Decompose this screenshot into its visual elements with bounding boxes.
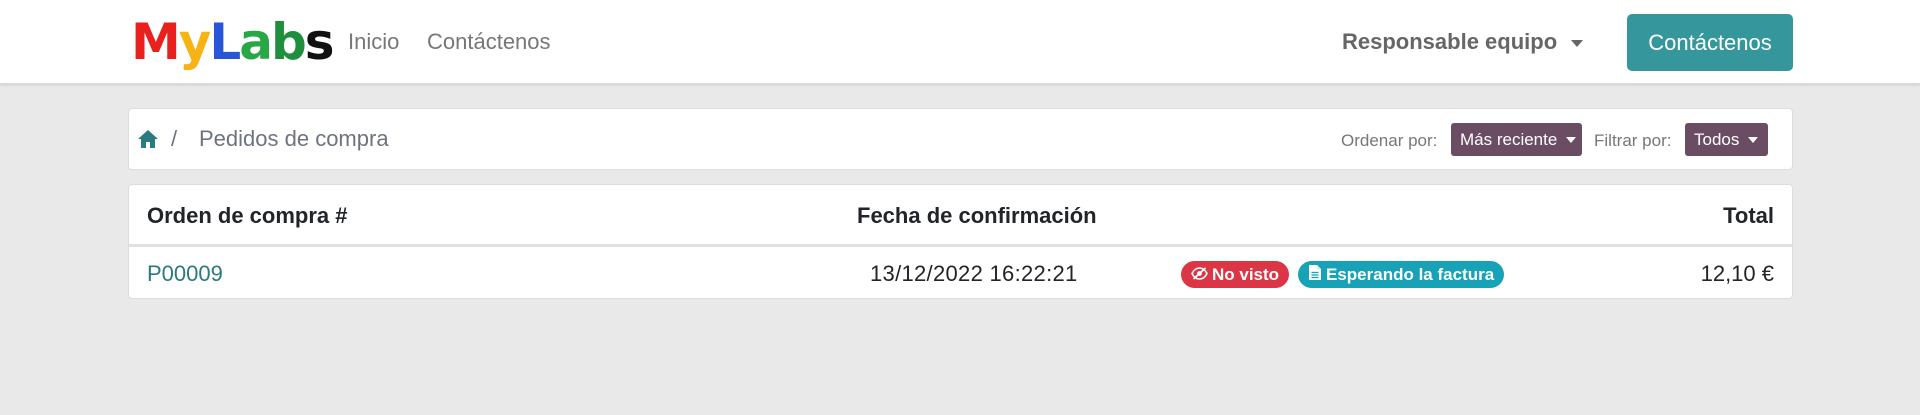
logo-letter: M: [131, 13, 181, 71]
sort-dropdown[interactable]: Más reciente: [1451, 123, 1582, 156]
badge-label: Esperando la factura: [1326, 264, 1495, 284]
table-header: Orden de compra # Fecha de confirmación …: [129, 185, 1792, 247]
mylabs-logo[interactable]: M y L a b s: [131, 13, 335, 71]
confirmation-date: 13/12/2022 16:22:21: [870, 261, 1078, 286]
logo-letter: a: [239, 13, 273, 71]
logo-letter: b: [270, 13, 307, 71]
logo-letter: y: [178, 13, 212, 71]
purchase-orders-table: Orden de compra # Fecha de confirmación …: [128, 184, 1793, 299]
order-link[interactable]: P00009: [147, 260, 223, 288]
caret-down-icon: [1566, 136, 1577, 143]
caret-down-icon: [1748, 136, 1759, 143]
filter-label: Filtrar por:: [1594, 131, 1672, 150]
contact-button[interactable]: Contáctenos: [1627, 14, 1793, 71]
column-header-order: Orden de compra #: [147, 203, 348, 228]
filter-dropdown-value: Todos: [1694, 129, 1740, 149]
breadcrumb-current: Pedidos de compra: [199, 126, 389, 151]
eye-slash-icon: [1191, 265, 1212, 285]
sort-dropdown-value: Más reciente: [1460, 129, 1558, 149]
column-header-date: Fecha de confirmación: [857, 203, 1097, 228]
logo-letter: s: [304, 13, 335, 71]
nav-link-contactenos[interactable]: Contáctenos: [427, 28, 551, 56]
table-row[interactable]: P00009 13/12/2022 16:22:21 No visto Espe…: [129, 247, 1792, 299]
badge-label: No visto: [1212, 264, 1280, 284]
nav-link-inicio[interactable]: Inicio: [348, 28, 399, 56]
status-badge-unseen: No visto: [1181, 261, 1290, 288]
sort-label: Ordenar por:: [1341, 131, 1438, 150]
filter-dropdown[interactable]: Todos: [1685, 123, 1768, 156]
user-menu-label: Responsable equipo: [1342, 29, 1558, 54]
chevron-down-icon: [1571, 39, 1584, 47]
order-total: 12,10 €: [1700, 261, 1774, 286]
status-badge-waiting-invoice: Esperando la factura: [1298, 261, 1505, 288]
document-icon: [1308, 264, 1326, 286]
top-navbar: M y L a b s Inicio Contáctenos Responsab…: [0, 0, 1920, 84]
breadcrumb-bar: / Pedidos de compra Ordenar por: Más rec…: [128, 108, 1793, 170]
column-header-total: Total: [1723, 203, 1774, 228]
breadcrumb-separator: /: [171, 126, 178, 151]
user-menu-dropdown[interactable]: Responsable equipo: [1342, 28, 1584, 56]
home-icon[interactable]: [137, 129, 159, 149]
logo-letter: L: [209, 13, 241, 71]
